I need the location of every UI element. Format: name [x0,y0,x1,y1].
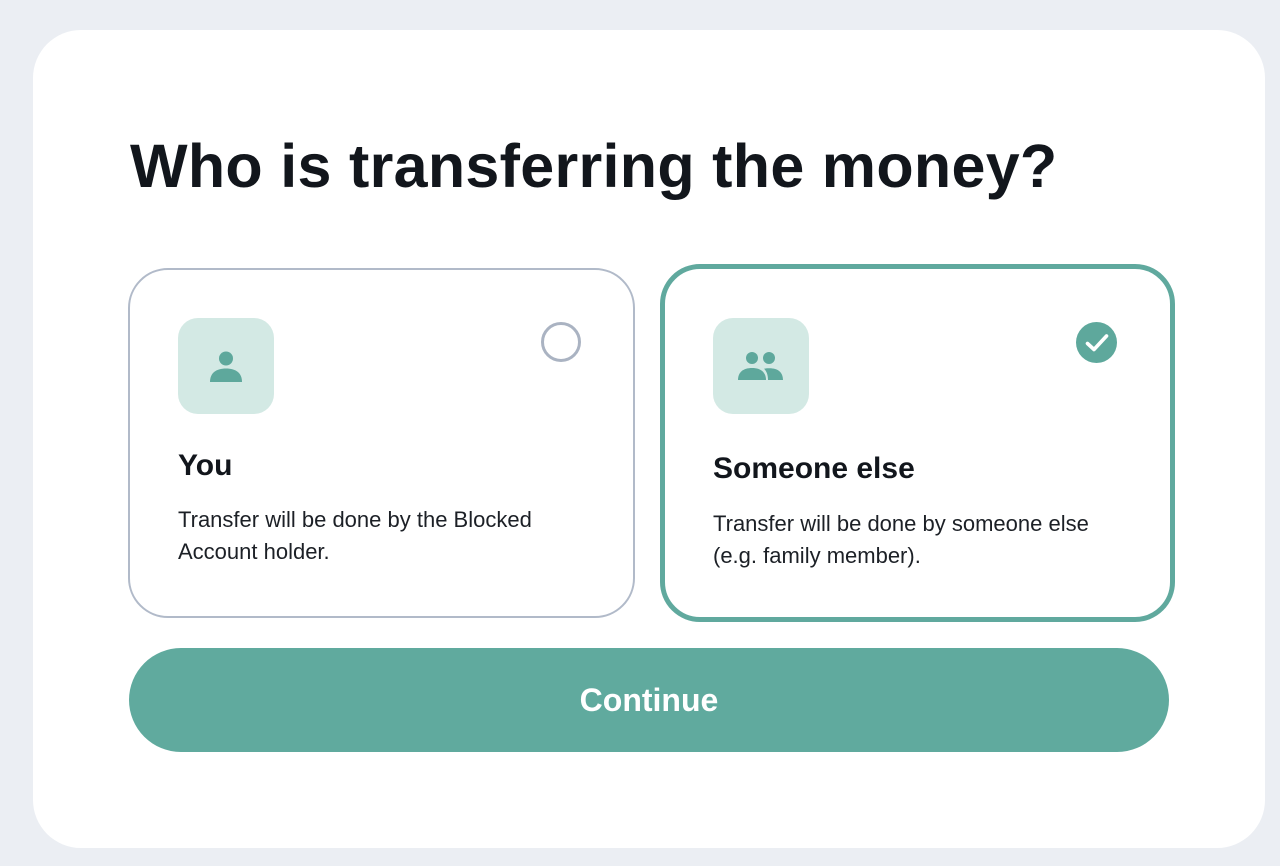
continue-button[interactable]: Continue [129,648,1169,752]
option-description: Transfer will be done by the Blocked Acc… [178,507,532,564]
option-card-you[interactable]: You Transfer will be done by the Blocked… [128,268,635,618]
option-title: Someone else [713,452,915,485]
option-card-someone-else[interactable]: Someone else Transfer will be done by so… [660,264,1175,622]
people-icon [713,318,809,414]
page-title: Who is transferring the money? [130,132,1058,200]
radio-selected-check-icon[interactable] [1076,322,1117,363]
option-title: You [178,449,233,482]
option-description: Transfer will be done by someone else (e… [713,511,1089,568]
person-icon [178,318,274,414]
radio-unselected[interactable] [541,322,581,362]
